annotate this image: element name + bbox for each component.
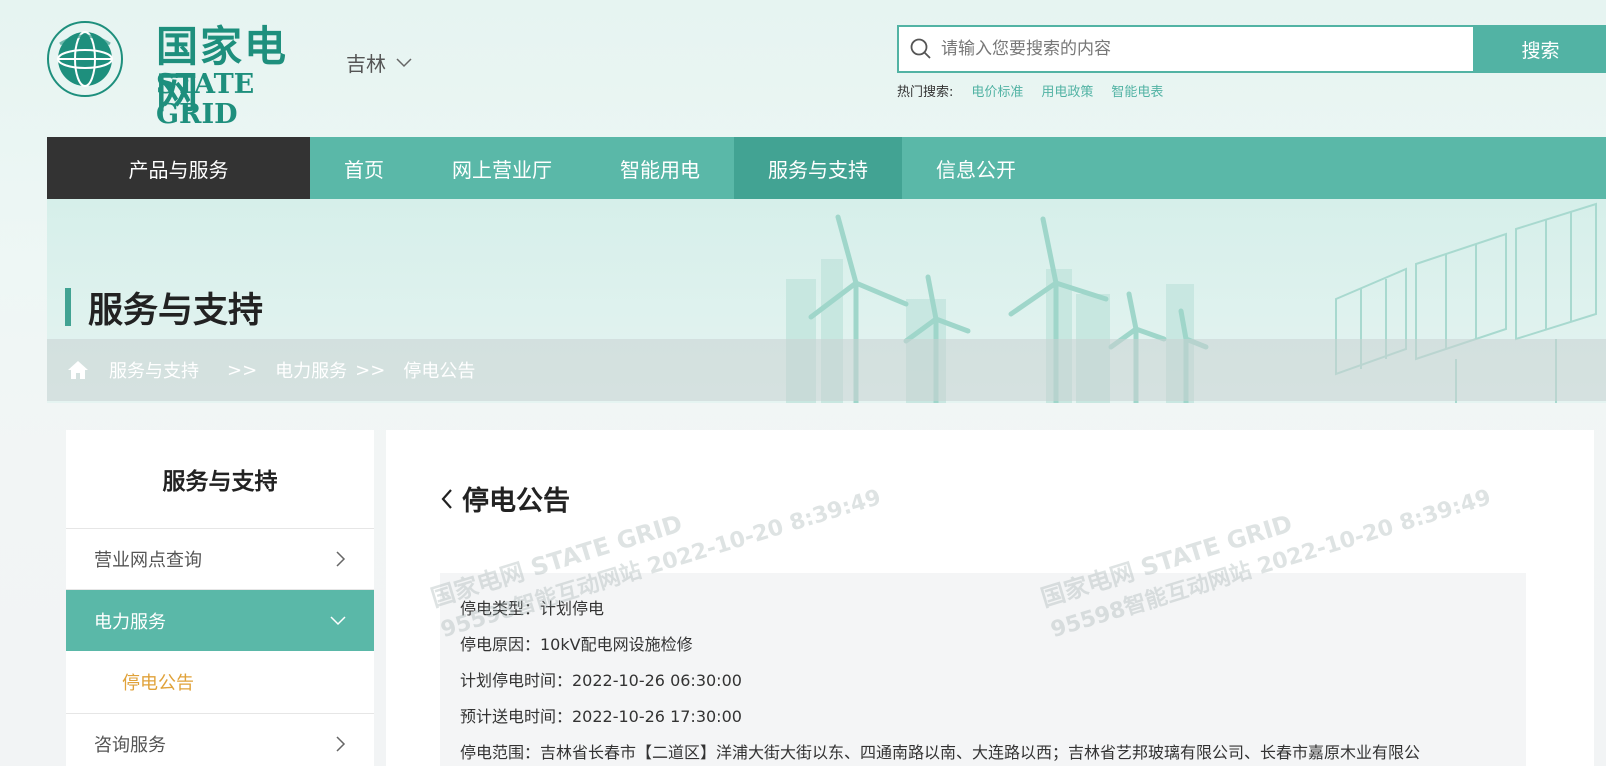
title-accent-bar <box>65 288 71 326</box>
chevron-down-icon <box>396 57 412 67</box>
outage-scope: 停电范围：吉林省长春市【二道区】洋浦大街大街以东、四通南路以南、大连路以西；吉林… <box>460 743 1421 762</box>
nav-item-smart-power[interactable]: 智能用电 <box>586 137 734 199</box>
search-input[interactable] <box>941 39 1473 59</box>
hot-search-link[interactable]: 电价标准 <box>971 81 1023 100</box>
chevron-down-icon <box>330 615 346 625</box>
nav-item-service-support[interactable]: 服务与支持 <box>734 137 902 199</box>
nav-item-home[interactable]: 首页 <box>310 137 418 199</box>
breadcrumb-service-support[interactable]: 服务与支持 <box>109 357 199 383</box>
chevron-right-icon <box>336 736 346 752</box>
hot-search-link[interactable]: 用电政策 <box>1041 81 1093 100</box>
breadcrumb-outage-notice[interactable]: 停电公告 <box>403 357 475 383</box>
state-grid-logo[interactable]: 国家电网 STATE GRID <box>46 20 326 130</box>
sidebar-item-label: 咨询服务 <box>94 735 166 756</box>
nav-item-info-disclosure[interactable]: 信息公开 <box>902 137 1050 199</box>
sidebar-item-label: 营业网点查询 <box>94 550 202 571</box>
outage-notice-details: 停电类型：计划停电 停电原因：10kV配电网设施检修 计划停电时间：2022-1… <box>440 573 1526 766</box>
expected-restore-time: 预计送电时间：2022-10-26 17:30:00 <box>460 707 742 726</box>
sidebar-item-consulting[interactable]: 咨询服务 <box>66 714 374 766</box>
back-button[interactable]: 停电公告 <box>440 479 570 518</box>
search-icon <box>910 38 931 59</box>
sidebar-item-label: 电力服务 <box>94 611 166 633</box>
sidebar-subitem-outage-notice[interactable]: 停电公告 <box>66 651 374 714</box>
search-button[interactable]: 搜索 <box>1475 25 1606 73</box>
sidebar: 服务与支持 营业网点查询 电力服务 停电公告 咨询服务 <box>66 430 374 766</box>
sidebar-item-branch-lookup[interactable]: 营业网点查询 <box>66 529 374 590</box>
nav-item-online-hall[interactable]: 网上营业厅 <box>418 137 586 199</box>
sidebar-item-power-service[interactable]: 电力服务 <box>66 590 374 651</box>
page-banner: 服务与支持 服务与支持 >> 电力服务 >> 停电公告 <box>47 199 1606 403</box>
region-label: 吉林 <box>346 52 386 76</box>
outage-reason: 停电原因：10kV配电网设施检修 <box>460 635 693 654</box>
main-content: 停电公告 停电类型：计划停电 停电原因：10kV配电网设施检修 计划停电时间：2… <box>386 430 1594 766</box>
region-selector[interactable]: 吉林 <box>346 48 412 77</box>
nav-products-services[interactable]: 产品与服务 <box>47 137 310 199</box>
breadcrumb: 服务与支持 >> 电力服务 >> 停电公告 <box>47 339 1606 401</box>
hot-search-link[interactable]: 智能电表 <box>1111 81 1163 100</box>
logo-english-text: STATE GRID <box>156 69 255 130</box>
state-grid-emblem-icon <box>47 21 123 97</box>
hot-search-label: 热门搜索: <box>897 85 954 100</box>
home-icon[interactable] <box>67 360 89 380</box>
breadcrumb-separator: >> <box>355 359 386 381</box>
hot-search: 热门搜索: 电价标准 用电政策 智能电表 <box>897 81 1163 100</box>
planned-outage-time: 计划停电时间：2022-10-26 06:30:00 <box>460 671 742 690</box>
chevron-left-icon <box>441 488 452 509</box>
search-box <box>897 25 1475 73</box>
page-title-text: 服务与支持 <box>88 290 264 331</box>
outage-type: 停电类型：计划停电 <box>460 599 605 618</box>
page-title: 服务与支持 <box>65 287 263 331</box>
site-header: 国家电网 STATE GRID 吉林 搜索 热门搜索: 电价标准 用电政策 智能… <box>0 0 1606 137</box>
breadcrumb-power-service[interactable]: 电力服务 <box>275 357 347 383</box>
breadcrumb-separator: >> <box>227 359 258 381</box>
main-nav: 产品与服务 首页 网上营业厅 智能用电 服务与支持 信息公开 <box>47 137 1606 199</box>
content-title: 停电公告 <box>462 486 570 517</box>
chevron-right-icon <box>336 551 346 567</box>
sidebar-title: 服务与支持 <box>66 430 374 529</box>
